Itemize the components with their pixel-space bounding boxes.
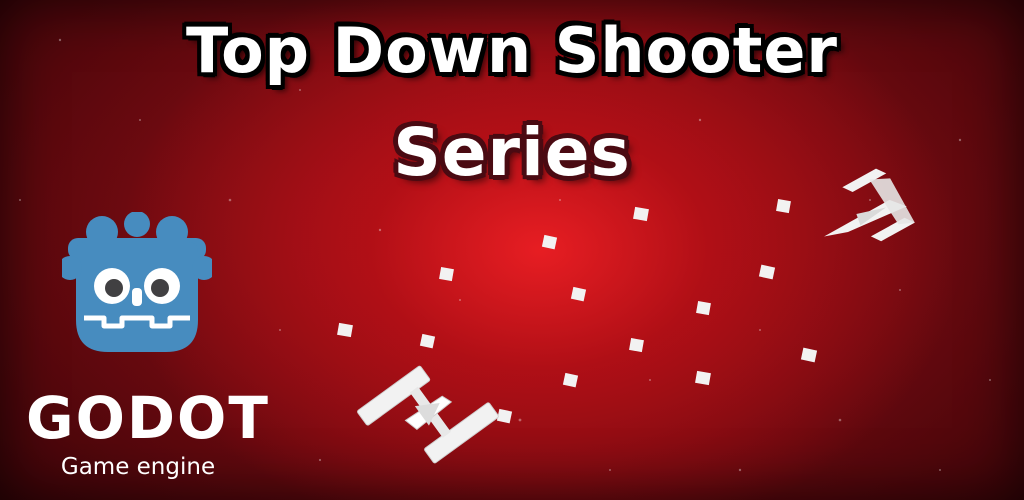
game-thumbnail: Top Down Shooter Series GODOT Game engin… (0, 0, 1024, 500)
gameplay-layer (337, 168, 915, 464)
white-fighter-ship (357, 365, 499, 464)
white-arrow-ship (824, 168, 915, 242)
